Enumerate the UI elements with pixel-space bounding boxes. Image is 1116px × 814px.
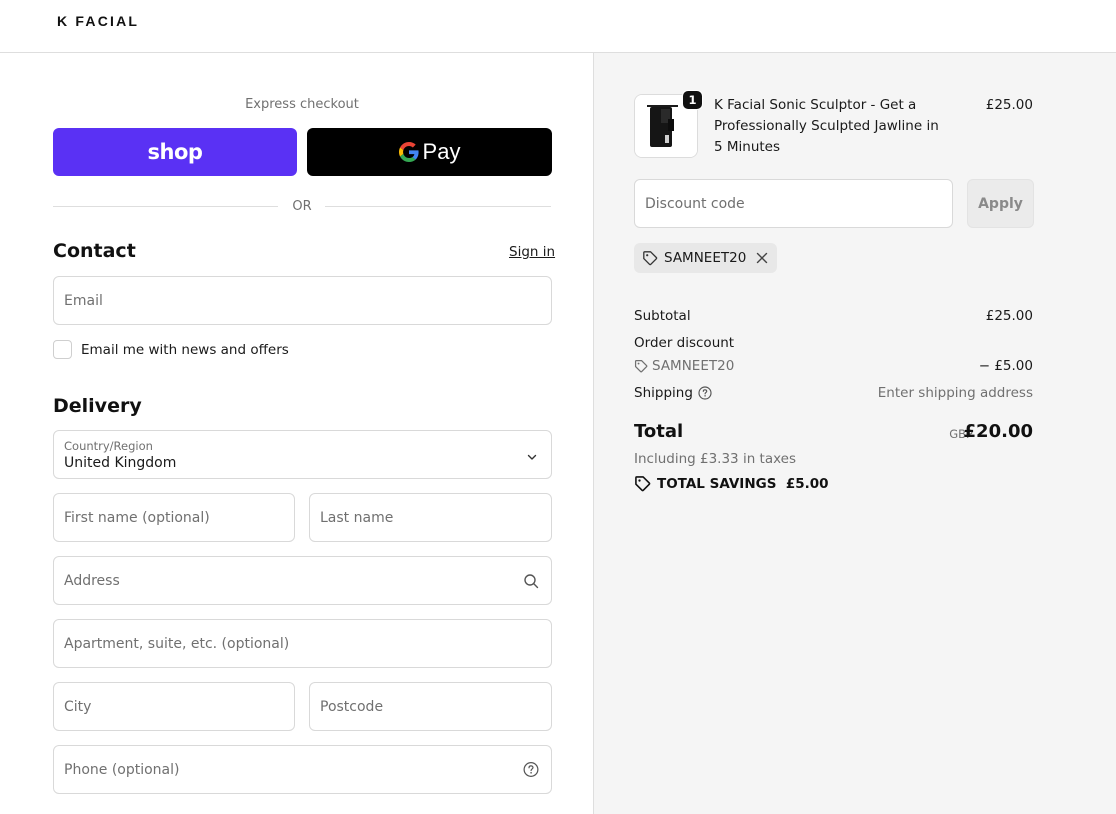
order-discount-label: Order discount bbox=[634, 335, 735, 351]
order-summary-panel: 1 K Facial Sonic Sculptor - Get a Profes… bbox=[593, 53, 1116, 814]
apartment-input[interactable] bbox=[54, 620, 551, 667]
site-header: K FACIAL bbox=[0, 0, 1116, 53]
taxes-text: Including £3.33 in taxes bbox=[634, 451, 797, 467]
delivery-heading: Delivery bbox=[53, 395, 142, 417]
phone-input[interactable] bbox=[54, 746, 551, 793]
order-discount-code-row: SAMNEET20 bbox=[634, 358, 734, 374]
subtotal-value: £25.00 bbox=[985, 308, 1033, 324]
email-input[interactable] bbox=[54, 277, 551, 324]
country-label: Country/Region bbox=[64, 439, 153, 453]
contact-heading: Contact bbox=[53, 240, 136, 262]
newsletter-checkbox[interactable] bbox=[53, 340, 72, 359]
google-pay-label: Pay bbox=[422, 139, 461, 164]
order-discount-code: SAMNEET20 bbox=[652, 358, 735, 374]
country-value: United Kingdom bbox=[64, 455, 177, 471]
apply-discount-button[interactable]: Apply bbox=[967, 179, 1034, 228]
city-input[interactable] bbox=[54, 683, 294, 730]
sign-in-link[interactable]: Sign in bbox=[509, 244, 555, 260]
first-name-field[interactable] bbox=[53, 493, 295, 542]
divider-line-right bbox=[325, 206, 551, 207]
product-price: £25.00 bbox=[985, 97, 1033, 113]
last-name-input[interactable] bbox=[310, 494, 551, 541]
checkout-form-panel: Express checkout shop Pay OR Contact Sig… bbox=[0, 53, 593, 814]
tag-icon bbox=[634, 359, 648, 373]
postcode-field[interactable] bbox=[309, 682, 552, 731]
chevron-down-icon bbox=[526, 448, 538, 467]
search-icon[interactable] bbox=[523, 573, 539, 589]
email-field[interactable] bbox=[53, 276, 552, 325]
shop-pay-button[interactable]: shop bbox=[53, 128, 297, 176]
or-divider: OR bbox=[53, 199, 551, 215]
total-value: £20.00 bbox=[963, 421, 1033, 442]
product-title: K Facial Sonic Sculptor - Get a Professi… bbox=[714, 97, 939, 155]
postcode-input[interactable] bbox=[310, 683, 551, 730]
shipping-value: Enter shipping address bbox=[877, 385, 1033, 401]
newsletter-label: Email me with news and offers bbox=[81, 341, 289, 358]
shipping-label: Shipping bbox=[634, 385, 693, 401]
first-name-input[interactable] bbox=[54, 494, 294, 541]
country-select[interactable]: Country/Region United Kingdom bbox=[53, 430, 552, 479]
city-field[interactable] bbox=[53, 682, 295, 731]
brand-logo[interactable]: K FACIAL bbox=[57, 13, 139, 29]
applied-discount-chip: SAMNEET20 bbox=[634, 243, 778, 273]
discount-code-input[interactable] bbox=[635, 180, 952, 227]
address-field[interactable] bbox=[53, 556, 552, 605]
applied-discount-code: SAMNEET20 bbox=[664, 250, 747, 266]
help-circle-icon[interactable] bbox=[698, 386, 712, 400]
express-checkout-label: Express checkout bbox=[245, 97, 359, 112]
apartment-field[interactable] bbox=[53, 619, 552, 668]
newsletter-option[interactable]: Email me with news and offers bbox=[53, 340, 289, 359]
tag-icon bbox=[634, 475, 651, 492]
total-savings-text: TOTAL SAVINGS £5.00 bbox=[657, 475, 829, 492]
phone-field[interactable] bbox=[53, 745, 552, 794]
remove-discount-close-icon[interactable] bbox=[756, 252, 768, 264]
quantity-badge: 1 bbox=[682, 90, 703, 110]
google-pay-button[interactable]: Pay bbox=[307, 128, 552, 176]
shipping-row-label: Shipping bbox=[634, 385, 712, 401]
total-savings: TOTAL SAVINGS £5.00 bbox=[634, 475, 829, 492]
discount-code-field[interactable] bbox=[634, 179, 953, 228]
address-input[interactable] bbox=[54, 557, 551, 604]
google-g-icon bbox=[398, 142, 419, 162]
help-circle-icon[interactable] bbox=[523, 762, 539, 778]
order-discount-value: − £5.00 bbox=[978, 358, 1033, 374]
subtotal-label: Subtotal bbox=[634, 308, 691, 324]
last-name-field[interactable] bbox=[309, 493, 552, 542]
tag-icon bbox=[642, 250, 658, 266]
shop-pay-label: shop bbox=[147, 140, 203, 164]
total-label: Total bbox=[634, 421, 684, 442]
